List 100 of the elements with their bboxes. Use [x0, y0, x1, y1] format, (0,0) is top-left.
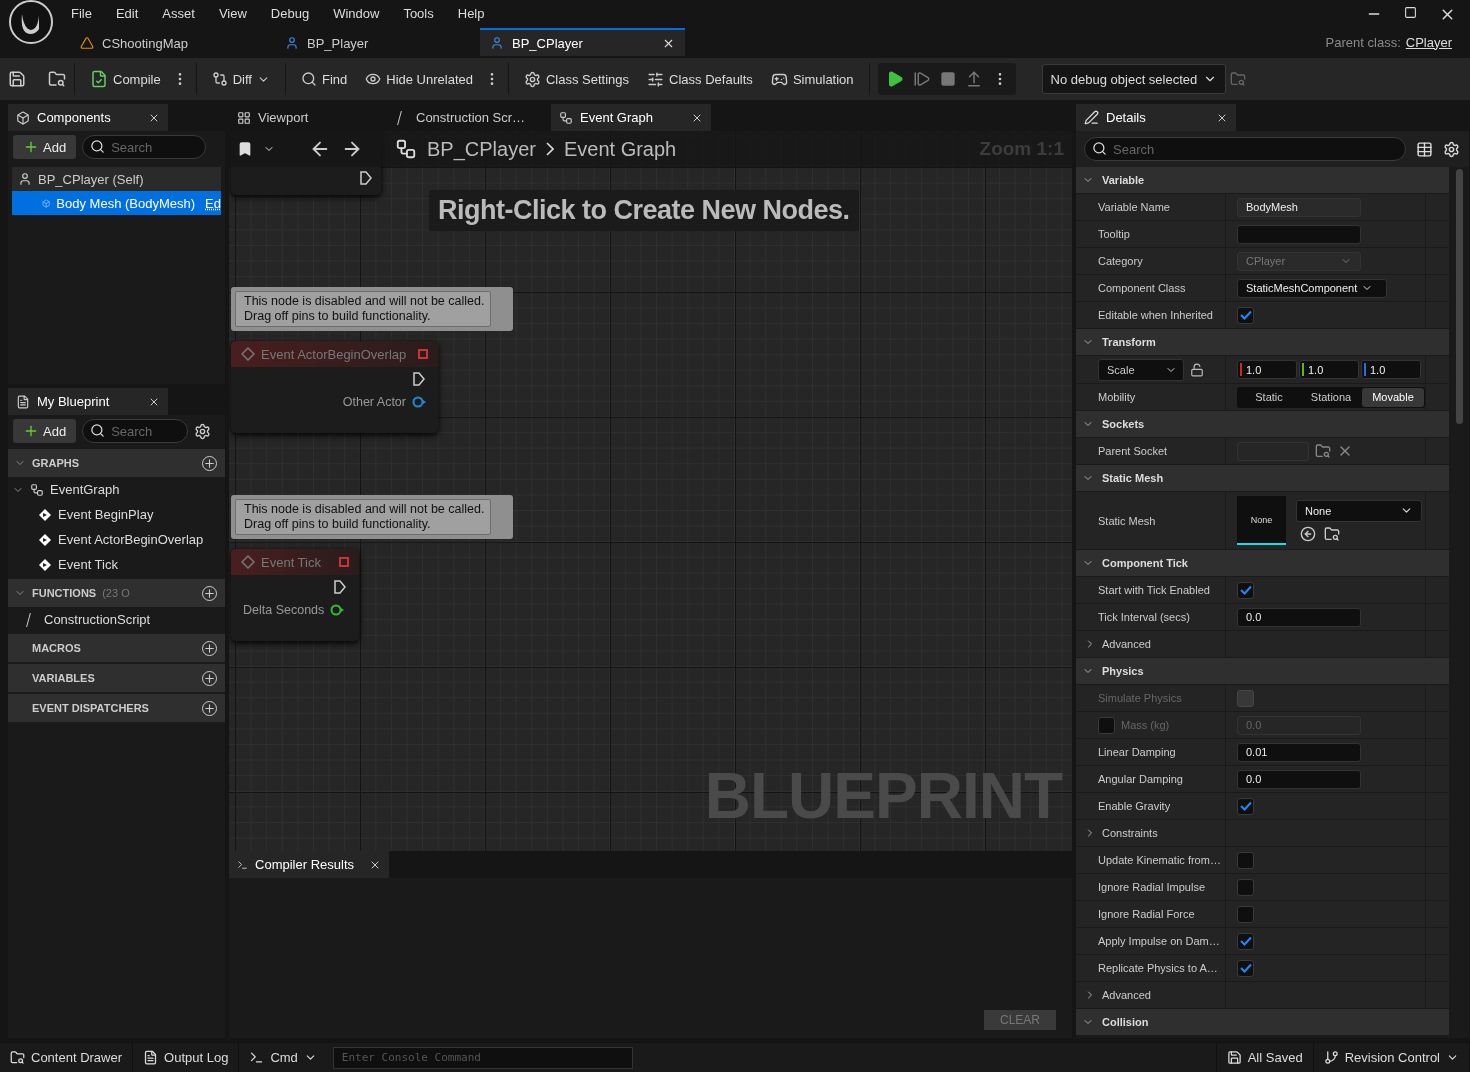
step-icon[interactable]	[912, 70, 931, 88]
name-field[interactable]: BodyMesh	[1237, 197, 1361, 217]
maximize-icon[interactable]	[1404, 5, 1417, 19]
vector-field[interactable]: 1.0	[1299, 360, 1359, 379]
editor-tab[interactable]: Event Graph	[551, 104, 711, 131]
menu-item[interactable]: Help	[445, 2, 497, 26]
section-header[interactable]: MACROS	[8, 634, 225, 662]
category-header[interactable]: Collision	[1076, 1009, 1449, 1036]
tree-item[interactable]: Body Mesh (BodyMesh) Ed	[12, 191, 221, 215]
input-field[interactable]: 0.01	[1237, 742, 1361, 762]
toolbar-button[interactable]: Find	[293, 63, 355, 95]
input-field[interactable]: 0.0	[1237, 769, 1361, 789]
toolbar-button[interactable]: Hide Unrelated	[358, 63, 480, 95]
stop-icon[interactable]	[939, 71, 956, 87]
breadcrumb-item[interactable]: BP_CPlayer	[427, 137, 536, 161]
search-field[interactable]: Search	[82, 135, 207, 159]
output-log-button[interactable]: Output Log	[133, 1042, 240, 1072]
parent-class-link[interactable]: CPlayer	[1405, 34, 1452, 50]
settings-icon[interactable]	[1443, 140, 1460, 158]
checkbox[interactable]	[1237, 932, 1254, 950]
use-selected-icon[interactable]	[1300, 525, 1316, 542]
search-field[interactable]: Search	[82, 419, 189, 443]
checkbox[interactable]	[1237, 905, 1254, 923]
search-field[interactable]: Search	[1084, 137, 1406, 161]
panel-tab[interactable]: Components	[8, 104, 168, 131]
debug-object-combo[interactable]: No debug object selected	[1041, 64, 1227, 94]
section-header[interactable]: GRAPHS	[8, 449, 225, 477]
editor-tab[interactable]: Viewport	[229, 104, 391, 131]
panel-tab[interactable]: My Blueprint	[8, 388, 168, 415]
category-header[interactable]: Sockets	[1076, 411, 1449, 438]
breadcrumb-item[interactable]: Event Graph	[563, 137, 677, 161]
class-combo[interactable]: StaticMeshComponent	[1237, 278, 1387, 298]
document-tab[interactable]: BP_CPlayer	[480, 28, 685, 56]
edit-link[interactable]: Ed	[205, 195, 221, 211]
tree-item[interactable]: BP_CPlayer (Self)	[12, 167, 221, 191]
input-field[interactable]: 0.0	[1237, 607, 1361, 627]
vector-field[interactable]: 1.0	[1237, 360, 1297, 379]
toolbar-button[interactable]: Class Settings	[516, 63, 637, 95]
event-item[interactable]: Event Tick	[8, 552, 225, 577]
add-button[interactable]: Add	[13, 419, 77, 443]
content-drawer-button[interactable]: Content Drawer	[0, 1042, 134, 1072]
mobility-option[interactable]: Static	[1238, 387, 1300, 407]
settings-icon[interactable]	[194, 422, 212, 440]
checkbox[interactable]	[1237, 878, 1254, 896]
input-field[interactable]	[1237, 224, 1361, 244]
checkbox[interactable]	[1237, 797, 1254, 815]
save-status-button[interactable]: All Saved	[1215, 1042, 1314, 1072]
menu-item[interactable]: Tools	[391, 2, 446, 26]
menu-item[interactable]: Asset	[150, 2, 207, 26]
browse-icon[interactable]	[48, 70, 66, 88]
save-icon[interactable]	[8, 70, 26, 88]
graph-item[interactable]: EventGraph	[8, 477, 225, 502]
menu-item[interactable]: Edit	[103, 2, 151, 26]
browse-icon[interactable]	[1315, 443, 1331, 459]
menu-item[interactable]: Window	[321, 2, 392, 26]
vector-field[interactable]: 1.0	[1361, 360, 1421, 379]
checkbox[interactable]	[1237, 851, 1254, 869]
category-header[interactable]: Transform	[1076, 329, 1449, 356]
editor-tab[interactable]: Construction Scr…	[391, 104, 551, 131]
logo-icon[interactable]	[8, 0, 54, 45]
menu-item[interactable]: File	[59, 2, 104, 26]
transform-combo[interactable]: Scale	[1098, 358, 1184, 381]
mobility-option[interactable]: Stationa	[1300, 387, 1362, 407]
category-header[interactable]: Component Tick	[1076, 550, 1449, 577]
add-button[interactable]: Add	[13, 135, 77, 159]
checkbox[interactable]	[1098, 716, 1115, 734]
category-header[interactable]: Variable	[1076, 167, 1449, 194]
menu-item[interactable]: View	[206, 2, 259, 26]
bookmark-icon[interactable]	[237, 141, 253, 157]
toolbar-button[interactable]: Class Defaults	[640, 63, 760, 95]
section-header[interactable]: EVENT DISPATCHERS	[8, 694, 225, 722]
cmd-button[interactable]: Cmd	[239, 1042, 327, 1072]
menu-item[interactable]: Debug	[258, 2, 322, 26]
mobility-option[interactable]: Movable	[1362, 387, 1424, 407]
event-item[interactable]: Event BeginPlay	[8, 502, 225, 527]
section-header[interactable]: FUNCTIONS (23 O	[8, 579, 225, 607]
event-node[interactable]: Event Tick Delta Seconds	[231, 549, 359, 641]
checkbox[interactable]	[1237, 306, 1254, 324]
asset-combo[interactable]: None	[1296, 499, 1422, 522]
panel-tab[interactable]: Compiler Results	[229, 851, 389, 878]
lock-icon[interactable]	[1190, 362, 1204, 377]
event-node[interactable]: Event ActorBeginOverlap Other Actor	[231, 341, 438, 433]
category-header[interactable]: Static Mesh	[1076, 465, 1449, 492]
table-icon[interactable]	[1416, 140, 1433, 158]
browse-icon[interactable]	[1324, 525, 1340, 542]
graph-item[interactable]: ConstructionScript	[8, 607, 225, 632]
section-header[interactable]: VARIABLES	[8, 664, 225, 692]
toolbar-button[interactable]: Diff	[204, 63, 277, 95]
document-tab[interactable]: BP_Player	[275, 28, 480, 56]
graph-canvas[interactable]	[229, 131, 1072, 851]
console-field[interactable]: Enter Console Command	[332, 1046, 633, 1069]
checkbox[interactable]	[1237, 959, 1254, 977]
event-item[interactable]: Event ActorBeginOverlap	[8, 527, 225, 552]
revision-control-button[interactable]: Revision Control	[1313, 1042, 1470, 1072]
checkbox[interactable]	[1237, 581, 1254, 599]
category-header[interactable]: Physics	[1076, 658, 1449, 685]
scrollbar-thumb[interactable]	[1455, 169, 1463, 424]
panel-tab[interactable]: Details	[1076, 104, 1236, 131]
document-tab[interactable]: CShootingMap	[70, 28, 275, 56]
toolbar-button[interactable]: Compile	[83, 63, 168, 95]
